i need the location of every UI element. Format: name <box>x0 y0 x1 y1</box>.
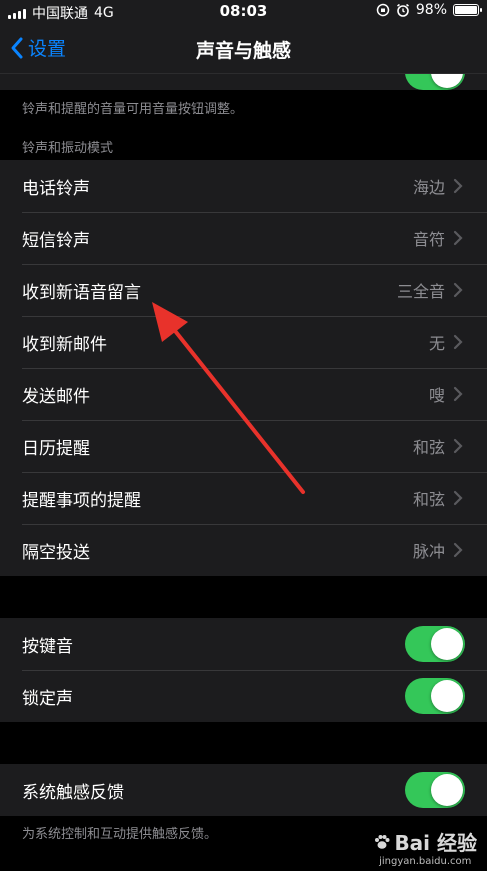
row-value: 音符 <box>412 230 445 249</box>
section-header-ringtones: 铃声和振动模式 <box>22 141 114 156</box>
system-haptics-toggle[interactable] <box>405 772 465 808</box>
row-value: 海边 <box>412 178 445 197</box>
row-label: 锁定声 <box>22 688 73 709</box>
row-value: 和弦 <box>412 490 445 509</box>
chevron-right-icon <box>453 386 463 402</box>
row-value: 脉冲 <box>412 542 445 561</box>
watermark-text: Bai 经验 <box>394 831 477 855</box>
chevron-right-icon <box>453 230 463 246</box>
page-title: 声音与触感 <box>195 40 291 62</box>
battery-percent: 98% <box>415 2 447 18</box>
row-label: 收到新邮件 <box>22 334 107 355</box>
chevron-right-icon <box>453 490 463 506</box>
ringtone-row[interactable]: 发送邮件 嗖 <box>0 368 487 420</box>
ringtone-row[interactable]: 提醒事项的提醒 和弦 <box>0 472 487 524</box>
row-label: 隔空投送 <box>22 542 90 563</box>
system-haptics-row: 系统触感反馈 <box>0 764 487 816</box>
row-value: 嗖 <box>428 386 445 405</box>
status-bar: 中国联通 4G 08:03 98% <box>0 0 487 24</box>
chevron-right-icon <box>453 334 463 350</box>
row-label: 收到新语音留言 <box>22 282 141 303</box>
ringtone-list: 电话铃声 海边 短信铃声 音符 收到新语音留言 三全音 收到新邮件 无 发送邮件… <box>0 160 487 576</box>
watermark-brand: Bai 经验 <box>373 827 477 856</box>
row-value: 无 <box>428 334 445 353</box>
status-right: 98% <box>376 2 482 18</box>
chevron-right-icon <box>453 542 463 558</box>
chevron-right-icon <box>453 438 463 454</box>
row-label: 提醒事项的提醒 <box>22 490 141 511</box>
change-with-buttons-toggle[interactable] <box>405 74 465 90</box>
battery-icon <box>453 4 482 16</box>
haptics-footnote: 为系统控制和互动提供触感反馈。 <box>22 827 218 842</box>
row-label: 短信铃声 <box>22 230 90 251</box>
ringtone-row[interactable]: 电话铃声 海边 <box>0 160 487 212</box>
volume-note: 铃声和提醒的音量可用音量按钮调整。 <box>22 102 244 117</box>
watermark-url: jingyan.baidu.com <box>379 856 472 867</box>
chevron-right-icon <box>453 282 463 298</box>
haptics-group: 系统触感反馈 <box>0 764 487 816</box>
keyboard-clicks-toggle[interactable] <box>405 626 465 662</box>
ringtone-row[interactable]: 日历提醒 和弦 <box>0 420 487 472</box>
ringtone-row[interactable]: 收到新语音留言 三全音 <box>0 264 487 316</box>
row-label: 按键音 <box>22 636 73 657</box>
row-value: 三全音 <box>396 282 445 301</box>
row-value: 和弦 <box>412 438 445 457</box>
chevron-right-icon <box>453 178 463 194</box>
paw-logo-icon <box>375 834 390 849</box>
nav-bar: 设置 声音与触感 <box>0 24 487 74</box>
lock-sound-row: 锁定声 <box>0 670 487 722</box>
ringer-alerts-group <box>0 74 487 90</box>
row-label: 发送邮件 <box>22 386 90 407</box>
row-label: 日历提醒 <box>22 438 90 459</box>
ringtone-row[interactable]: 隔空投送 脉冲 <box>0 524 487 576</box>
row-label: 电话铃声 <box>22 178 90 199</box>
orientation-lock-icon <box>376 3 390 17</box>
alarm-icon <box>396 3 409 17</box>
baidu-jingyan-watermark: Bai 经验 jingyan.baidu.com <box>373 827 477 867</box>
ringtone-row[interactable]: 收到新邮件 无 <box>0 316 487 368</box>
sound-toggles-group: 按键音 锁定声 <box>0 618 487 722</box>
ringtone-row[interactable]: 短信铃声 音符 <box>0 212 487 264</box>
keyboard-clicks-row: 按键音 <box>0 618 487 670</box>
row-label: 系统触感反馈 <box>22 782 124 803</box>
lock-sound-toggle[interactable] <box>405 678 465 714</box>
